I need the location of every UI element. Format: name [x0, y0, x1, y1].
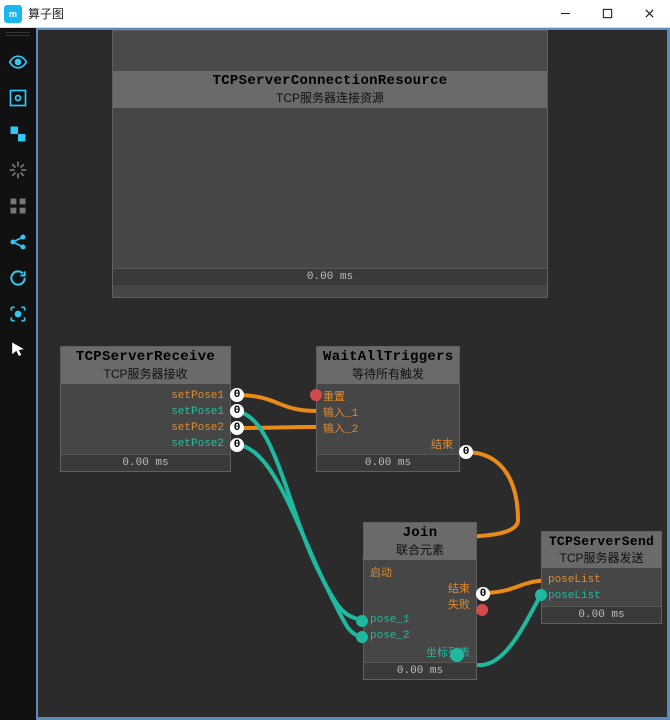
- port-dot[interactable]: 0: [230, 404, 244, 418]
- node-timing: 0.00 ms: [61, 454, 230, 471]
- node-timing: 0.00 ms: [113, 268, 547, 285]
- port-dot[interactable]: [476, 604, 488, 616]
- port-dot[interactable]: 0: [230, 421, 244, 435]
- capture-icon[interactable]: [2, 300, 34, 328]
- output-port[interactable]: 结束: [317, 436, 459, 452]
- node-body: [113, 108, 547, 268]
- input-port[interactable]: pose_1: [364, 612, 476, 628]
- graph-canvas[interactable]: TCPServerConnectionResource TCP服务器连接资源 0…: [36, 28, 670, 720]
- eye-icon[interactable]: [2, 48, 34, 76]
- node-tcp-send[interactable]: TCPServerSend TCP服务器发送 poseList poseList…: [541, 531, 662, 624]
- node-tcp-resource[interactable]: TCPServerConnectionResource TCP服务器连接资源 0…: [112, 30, 548, 298]
- link-icon[interactable]: [2, 120, 34, 148]
- port-dot[interactable]: [356, 615, 368, 627]
- node-subtitle: 联合元素: [370, 541, 470, 558]
- node-timing: 0.00 ms: [317, 454, 459, 471]
- refresh-icon[interactable]: [2, 264, 34, 292]
- port-dot[interactable]: 0: [230, 438, 244, 452]
- grid-icon[interactable]: [2, 192, 34, 220]
- close-button[interactable]: [628, 0, 670, 28]
- node-header: TCPServerConnectionResource TCP服务器连接资源: [113, 71, 547, 108]
- input-port[interactable]: pose_2: [364, 628, 476, 644]
- port-dot[interactable]: [356, 631, 368, 643]
- output-port[interactable]: setPose2: [61, 436, 230, 452]
- node-subtitle: TCP服务器发送: [548, 549, 655, 566]
- input-port[interactable]: poseList: [542, 588, 661, 604]
- port-dot[interactable]: [310, 389, 322, 401]
- output-port[interactable]: 失败: [364, 596, 476, 612]
- port-dot[interactable]: [450, 648, 464, 662]
- output-port[interactable]: setPose1: [61, 388, 230, 404]
- cursor-icon[interactable]: [2, 336, 34, 364]
- toolbar: [0, 28, 36, 720]
- main-area: TCPServerConnectionResource TCP服务器连接资源 0…: [0, 28, 670, 720]
- input-port[interactable]: 启动: [364, 564, 476, 580]
- input-port[interactable]: poseList: [542, 572, 661, 588]
- window-title: 算子图: [28, 5, 544, 22]
- node-subtitle: 等待所有触发: [323, 365, 453, 382]
- node-title: TCPServerConnectionResource: [119, 73, 541, 89]
- input-port[interactable]: 输入_1: [317, 404, 459, 420]
- node-wait-all-triggers[interactable]: WaitAllTriggers 等待所有触发 重置 输入_1 输入_2 结束 0…: [316, 346, 460, 472]
- node-tcp-receive[interactable]: TCPServerReceive TCP服务器接收 setPose1 setPo…: [60, 346, 231, 472]
- node-subtitle: TCP服务器连接资源: [119, 89, 541, 106]
- app-icon: m: [4, 5, 22, 23]
- share-icon[interactable]: [2, 228, 34, 256]
- port-dot[interactable]: 0: [230, 388, 244, 402]
- output-port[interactable]: setPose1: [61, 404, 230, 420]
- input-port[interactable]: 重置: [317, 388, 459, 404]
- node-subtitle: TCP服务器接收: [67, 365, 224, 382]
- node-title: TCPServerSend: [548, 534, 655, 549]
- output-port[interactable]: 结束: [364, 580, 476, 596]
- port-dot[interactable]: 0: [459, 445, 473, 459]
- snap-icon[interactable]: [2, 156, 34, 184]
- title-bar: m 算子图: [0, 0, 670, 28]
- detect-icon[interactable]: [2, 84, 34, 112]
- node-title: Join: [370, 525, 470, 541]
- minimize-button[interactable]: [544, 0, 586, 28]
- output-port[interactable]: setPose2: [61, 420, 230, 436]
- node-timing: 0.00 ms: [364, 662, 476, 679]
- maximize-button[interactable]: [586, 0, 628, 28]
- port-dot[interactable]: 0: [476, 587, 490, 601]
- drag-handle-icon[interactable]: [6, 32, 30, 36]
- port-dot[interactable]: [535, 589, 547, 601]
- node-timing: 0.00 ms: [542, 606, 661, 623]
- node-title: WaitAllTriggers: [323, 349, 453, 365]
- node-title: TCPServerReceive: [67, 349, 224, 365]
- input-port[interactable]: 输入_2: [317, 420, 459, 436]
